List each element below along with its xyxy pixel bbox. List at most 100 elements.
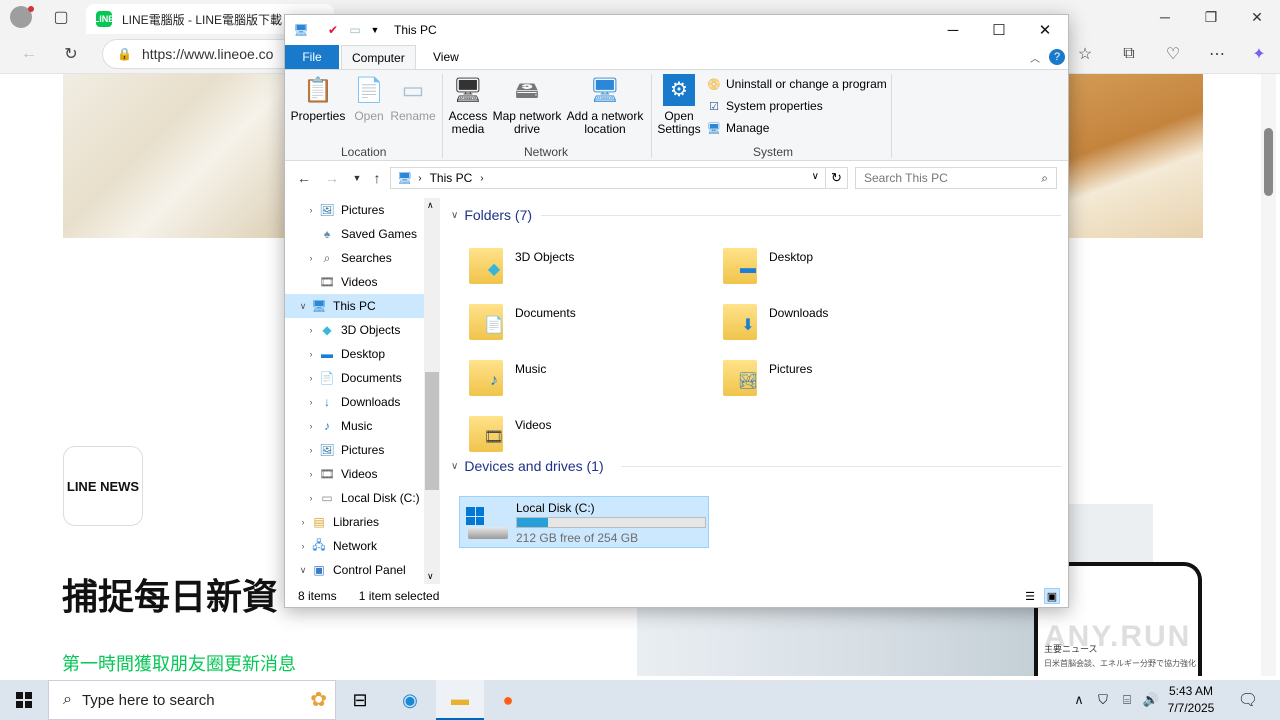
task-view-button[interactable]: ⊟ [336,680,384,720]
ribbon-collapse-icon[interactable]: ︿ [1030,50,1040,65]
recent-locations-icon[interactable]: ▼ [347,168,367,188]
explorer-minimize-button[interactable]: ─ [930,15,976,45]
open-button[interactable]: 📄 Open [349,74,389,123]
nav-item[interactable]: ∨ ▣ Control Panel [285,558,425,582]
taskbar-search-box[interactable]: ⌕ Type here to search ✿ [48,680,336,720]
expand-chevron-icon[interactable]: › [303,373,319,383]
nav-item[interactable]: 🎞 Videos [285,270,425,294]
up-arrow-icon[interactable]: ↑ [367,168,387,188]
nav-item[interactable]: › ▭ Local Disk (C:) [285,486,425,510]
folder-item[interactable]: 🎞 Videos [469,412,709,462]
access-media-button[interactable]: 🖥 Access media [445,74,491,136]
refresh-button[interactable]: ↻ [826,167,848,189]
nav-pane-scrollbar-thumb[interactable] [425,372,439,490]
browser-close-button[interactable]: ✕ [1234,0,1280,34]
details-view-icon[interactable]: ☰ [1022,588,1038,604]
system-properties-button[interactable]: ☑ System properties [706,99,823,113]
firefox-taskbar-icon[interactable]: ● [484,680,532,720]
collapse-chevron-icon[interactable]: ∨ [451,461,458,472]
scroll-up-icon[interactable]: ∧ [427,200,434,211]
folders-section-header[interactable]: ∨ Folders (7) [451,207,532,223]
nav-item[interactable]: › ▬ Desktop [285,342,425,366]
browser-essentials-icon[interactable]: ♡ [1158,39,1188,69]
page-scrollbar-thumb[interactable] [1264,128,1273,196]
address-bar[interactable]: 🔒 https://www.lineoe.co [102,39,302,69]
back-arrow-icon[interactable]: ← [294,168,314,188]
nav-item[interactable]: › ▤ Libraries [285,510,425,534]
browser-minimize-button[interactable]: ─ [1142,0,1188,34]
expand-chevron-icon[interactable]: › [295,517,311,527]
explorer-address-bar[interactable]: 🖥 › This PC › ∨ [390,167,826,189]
properties-button[interactable]: 📋 Properties [291,74,346,123]
help-icon[interactable]: ? [1049,49,1065,65]
add-network-location-button[interactable]: 🖥 Add a network location [565,74,645,136]
expanded-chevron-icon[interactable]: ∨ [295,565,311,576]
folder-item[interactable]: ◆ 3D Objects [469,244,709,294]
folder-item[interactable]: ♪ Music [469,356,709,406]
refresh-icon[interactable]: ↻ [56,39,86,69]
collapse-chevron-icon[interactable]: ∨ [451,210,458,221]
scroll-down-icon[interactable]: ∨ [427,571,434,582]
taskbar-clock[interactable]: 5:43 AM 7/7/2025 [1160,683,1222,717]
expand-chevron-icon[interactable]: › [303,421,319,431]
nav-item[interactable]: › ◆ 3D Objects [285,318,425,342]
tab-actions-icon[interactable]: ▢ [46,2,76,32]
explorer-maximize-button[interactable]: ☐ [976,15,1022,45]
copilot-icon[interactable]: ✦ [1244,39,1274,69]
nav-item[interactable]: › 🎞 Videos [285,462,425,486]
customize-quick-access-icon[interactable]: ▼ [367,22,383,38]
address-dropdown-icon[interactable]: ∨ [812,171,819,182]
large-icons-view-icon[interactable]: ▣ [1044,588,1060,604]
nav-item[interactable]: › ↓ Downloads [285,390,425,414]
forward-arrow-icon[interactable]: → [322,168,342,188]
properties-quick-icon[interactable]: ✔ [325,22,341,38]
folder-item[interactable]: ⬇ Downloads [723,300,963,350]
expand-chevron-icon[interactable]: › [303,493,319,503]
expand-chevron-icon[interactable]: › [303,205,319,215]
expand-chevron-icon[interactable]: › [303,325,319,335]
rename-button[interactable]: ▭ Rename [390,74,435,123]
back-icon[interactable]: ← [14,39,44,69]
nav-item[interactable]: › ⌕ Searches [285,246,425,270]
open-settings-button[interactable]: ⚙ Open Settings [657,74,701,136]
folder-item[interactable]: ▬ Desktop [723,244,963,294]
expand-chevron-icon[interactable]: › [303,253,319,263]
nav-item[interactable]: › 🖼 Pictures [285,438,425,462]
collections-icon[interactable]: ⧉ [1114,39,1144,69]
nav-item[interactable]: › 🖧 Network [285,534,425,558]
tab-file[interactable]: File [285,45,339,69]
breadcrumb-this-pc[interactable]: This PC [430,171,473,185]
uninstall-program-button[interactable]: 📀 Uninstall or change a program [706,77,887,91]
explorer-search-input[interactable]: Search This PC ⌕ [855,167,1057,189]
manage-button[interactable]: 🖥 Manage [706,121,769,135]
devices-section-header[interactable]: ∨ Devices and drives (1) [451,458,604,474]
more-menu-icon[interactable]: ⋯ [1202,39,1232,69]
notifications-icon[interactable]: 🗨 [1236,680,1260,720]
explorer-close-button[interactable]: ✕ [1022,15,1068,45]
nav-item[interactable]: › 🖼 Pictures [285,198,425,222]
nav-item[interactable]: ∨ 🖥 This PC [285,294,425,318]
expand-chevron-icon[interactable]: › [303,445,319,455]
browser-restore-button[interactable]: ❐ [1188,0,1234,34]
folder-item[interactable]: 📄 Documents [469,300,709,350]
local-disk-drive[interactable]: Local Disk (C:) 212 GB free of 254 GB [459,496,709,548]
new-folder-quick-icon[interactable]: ▭ [347,22,363,38]
show-hidden-icons-icon[interactable]: ∧ [1068,680,1090,720]
nav-item[interactable]: › ♪ Music [285,414,425,438]
favorites-icon[interactable]: ☆ [1070,39,1100,69]
tab-computer[interactable]: Computer [341,45,416,69]
folder-item[interactable]: 🏞 Pictures [723,356,963,406]
nav-item[interactable]: › 📄 Documents [285,366,425,390]
network-tray-icon[interactable]: ⌸ [1116,680,1138,720]
expand-chevron-icon[interactable]: › [303,397,319,407]
expand-chevron-icon[interactable]: › [303,349,319,359]
volume-tray-icon[interactable]: 🔊 [1140,680,1162,720]
map-network-drive-button[interactable]: 🖴 Map network drive [491,74,563,136]
breadcrumb-separator-icon[interactable]: › [480,173,483,184]
expand-chevron-icon[interactable]: › [295,541,311,551]
edge-taskbar-icon[interactable]: ◉ [386,680,434,720]
expanded-chevron-icon[interactable]: ∨ [295,301,311,312]
file-explorer-taskbar-icon[interactable]: ▬ [436,680,484,720]
security-tray-icon[interactable]: ⛉ [1092,680,1114,720]
nav-item[interactable]: ♠ Saved Games [285,222,425,246]
